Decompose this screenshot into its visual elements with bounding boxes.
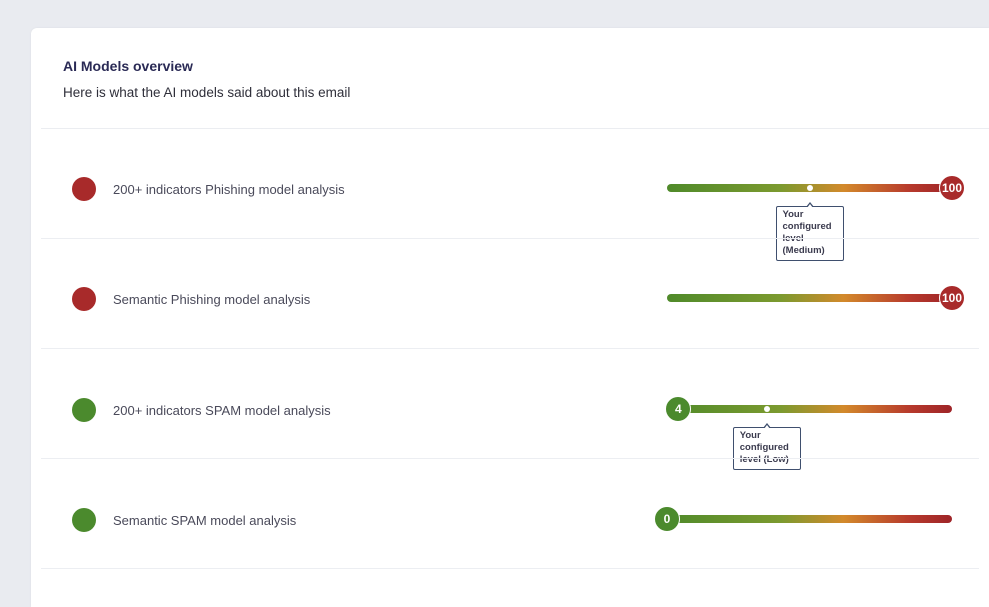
risk-meter: 100	[667, 285, 965, 311]
panel-title: AI Models overview	[63, 58, 193, 74]
model-label: 200+ indicators Phishing model analysis	[113, 182, 345, 197]
risk-meter: 100	[667, 175, 965, 201]
model-label: Semantic SPAM model analysis	[113, 513, 297, 528]
score-badge: 0	[654, 506, 680, 532]
status-indicator-icon	[72, 508, 96, 532]
model-row: Semantic Phishing model analysis 100	[41, 239, 979, 349]
score-badge: 4	[665, 396, 692, 422]
model-row: 200+ indicators SPAM model analysis 4 Yo…	[41, 349, 979, 470]
score-badge: 100	[939, 285, 965, 311]
score-badge: 100	[939, 175, 965, 201]
risk-meter: 4	[665, 396, 952, 422]
model-row: 200+ indicators Phishing model analysis …	[41, 129, 979, 261]
configured-level-marker	[763, 406, 770, 412]
status-indicator-icon	[72, 287, 96, 311]
risk-meter: 0	[654, 506, 952, 532]
row-divider	[41, 568, 979, 569]
status-indicator-icon	[72, 177, 96, 201]
model-label: Semantic Phishing model analysis	[113, 292, 311, 307]
card-header: AI Models overview Here is what the AI m…	[63, 58, 350, 100]
configured-level-marker	[806, 185, 813, 191]
panel-subtitle: Here is what the AI models said about th…	[63, 85, 351, 100]
model-label: 200+ indicators SPAM model analysis	[113, 403, 331, 418]
model-row: Semantic SPAM model analysis 0	[41, 459, 979, 569]
status-indicator-icon	[72, 398, 96, 422]
ai-models-overview-card: AI Models overview Here is what the AI m…	[31, 28, 989, 607]
